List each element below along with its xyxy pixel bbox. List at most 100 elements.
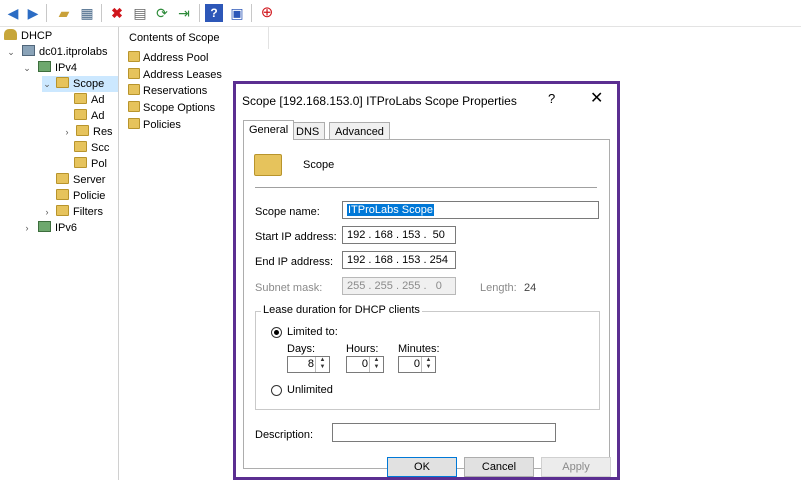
folder-icon xyxy=(128,118,140,129)
expand-icon[interactable]: › xyxy=(42,204,52,220)
hours-label: Hours: xyxy=(346,343,379,355)
ipv6-icon xyxy=(38,221,51,232)
refresh-icon[interactable]: ⟳ xyxy=(153,4,171,22)
spinner-arrows-icon[interactable]: ▲ ▼ xyxy=(421,357,435,372)
up-folder-icon[interactable]: ▰ xyxy=(55,4,73,22)
subnet-mask-field: 255 . 255 . 255 . 0 xyxy=(342,277,456,295)
length-label: Length: xyxy=(480,282,517,294)
back-icon[interactable]: ◀ xyxy=(4,4,22,22)
hours-spinner[interactable]: 0 ▲ ▼ xyxy=(346,356,384,373)
server-icon xyxy=(22,45,35,56)
tab-general[interactable]: General xyxy=(243,120,295,140)
tab-advanced[interactable]: Advanced xyxy=(329,122,390,140)
list-item-address-pool[interactable]: Address Pool xyxy=(128,50,208,66)
tree-node-dhcp[interactable]: DHCP xyxy=(4,28,52,44)
general-tab-panel: Scope Scope name: ITProLabs Scope Start … xyxy=(243,139,610,469)
toolbar-separator xyxy=(101,4,102,22)
tree-node-server-options[interactable]: Server xyxy=(52,172,105,188)
scope-folder-icon xyxy=(254,154,282,176)
lease-duration-title: Lease duration for DHCP clients xyxy=(261,304,422,316)
dhcp-icon xyxy=(4,29,17,40)
list-item-address-leases[interactable]: Address Leases xyxy=(128,67,222,83)
forward-icon[interactable]: ▶ xyxy=(24,4,42,22)
minutes-spinner[interactable]: 0 ▲ ▼ xyxy=(398,356,436,373)
folder-icon xyxy=(128,51,140,62)
scope-folder-icon xyxy=(56,77,69,88)
minutes-label: Minutes: xyxy=(398,343,440,355)
expand-icon[interactable]: › xyxy=(22,220,32,236)
list-item-reservations[interactable]: Reservations xyxy=(128,83,207,99)
tree-node-policies[interactable]: Policie xyxy=(52,188,105,204)
cancel-button[interactable]: Cancel xyxy=(464,457,534,477)
start-ip-label: Start IP address: xyxy=(255,231,337,243)
tree-node-server[interactable]: ⌄ dc01.itprolabs xyxy=(6,44,108,60)
show-hide-tree-icon[interactable]: ▦ xyxy=(78,4,96,22)
collapse-icon[interactable]: ⌄ xyxy=(22,60,32,76)
lease-duration-group: Lease duration for DHCP clients Limited … xyxy=(255,304,600,410)
description-label: Description: xyxy=(255,429,314,441)
console-tree: DHCP ⌄ dc01.itprolabs ⌄ IPv4 ⌄ Scope Ad Ad … xyxy=(0,27,119,480)
folder-icon xyxy=(74,93,87,104)
list-item-policies[interactable]: Policies xyxy=(128,117,181,133)
help-icon[interactable]: ? xyxy=(205,4,223,22)
unlimited-radio[interactable] xyxy=(271,385,282,396)
length-value: 24 xyxy=(524,282,537,294)
folder-icon xyxy=(74,109,87,120)
folder-icon xyxy=(128,101,140,112)
ipv4-icon xyxy=(38,61,51,72)
scope-properties-dialog: Scope [192.168.153.0] ITProLabs Scope Pr… xyxy=(233,81,620,480)
divider xyxy=(255,187,597,188)
deactivate-icon[interactable]: ⊕ xyxy=(258,4,276,22)
tree-node-filters[interactable]: › Filters xyxy=(42,204,103,220)
tree-node-reservations[interactable]: › Res xyxy=(62,124,113,140)
days-label: Days: xyxy=(287,343,316,355)
limited-label: Limited to: xyxy=(287,326,338,338)
dialog-title: Scope [192.168.153.0] ITProLabs Scope Pr… xyxy=(242,94,517,108)
export-list-icon[interactable]: ⇥ xyxy=(175,4,193,22)
folder-icon xyxy=(128,84,140,95)
collapse-icon[interactable]: ⌄ xyxy=(6,44,16,60)
folder-icon xyxy=(128,68,140,79)
spinner-arrows-icon[interactable]: ▲ ▼ xyxy=(315,357,329,372)
folder-icon xyxy=(76,125,89,136)
folder-icon xyxy=(56,189,69,200)
tree-node-scope-options[interactable]: Scc xyxy=(62,140,109,156)
help-button[interactable]: ? xyxy=(548,91,555,106)
tree-node-ipv6[interactable]: › IPv6 xyxy=(22,220,77,236)
properties-icon[interactable]: ▤ xyxy=(131,4,149,22)
apply-button[interactable]: Apply xyxy=(541,457,611,477)
toolbar-separator xyxy=(251,4,252,22)
scope-name-field[interactable]: ITProLabs Scope xyxy=(342,201,599,219)
limited-radio[interactable] xyxy=(271,327,282,338)
toolbar-separator xyxy=(46,4,47,22)
tree-node-scope[interactable]: ⌄ Scope xyxy=(42,76,118,92)
subnet-mask-label: Subnet mask: xyxy=(255,282,323,294)
list-item-scope-options[interactable]: Scope Options xyxy=(128,100,215,116)
toolbar-separator xyxy=(199,4,200,22)
tree-node-ipv4[interactable]: ⌄ IPv4 xyxy=(22,60,77,76)
toolbar: ◀ ▶ ▰ ▦ ✖ ▤ ⟳ ⇥ ? ▣ ⊕ xyxy=(0,0,801,27)
tree-node-policies-scope[interactable]: Pol xyxy=(62,156,107,172)
view-icon[interactable]: ▣ xyxy=(228,4,246,22)
scope-name-label: Scope name: xyxy=(255,206,320,218)
end-ip-label: End IP address: xyxy=(255,256,334,268)
folder-icon xyxy=(74,157,87,168)
ok-button[interactable]: OK xyxy=(387,457,457,477)
unlimited-label: Unlimited xyxy=(287,384,333,396)
expand-icon[interactable]: › xyxy=(62,124,72,140)
start-ip-field[interactable]: 192 . 168 . 153 . 50 xyxy=(342,226,456,244)
scope-heading: Scope xyxy=(303,159,335,171)
close-button[interactable]: ✕ xyxy=(590,88,603,108)
end-ip-field[interactable]: 192 . 168 . 153 . 254 xyxy=(342,251,456,269)
tree-node-address-pool[interactable]: Ad xyxy=(62,92,104,108)
delete-icon[interactable]: ✖ xyxy=(108,4,126,22)
days-spinner[interactable]: 8 ▲ ▼ xyxy=(287,356,330,373)
tab-dns[interactable]: DNS xyxy=(290,122,326,140)
folder-icon xyxy=(74,141,87,152)
column-header[interactable]: Contents of Scope xyxy=(119,27,269,49)
collapse-icon[interactable]: ⌄ xyxy=(42,76,52,92)
filters-icon xyxy=(56,205,69,216)
spinner-arrows-icon[interactable]: ▲ ▼ xyxy=(369,357,383,372)
description-field[interactable] xyxy=(332,423,556,442)
tree-node-address-leases[interactable]: Ad xyxy=(62,108,104,124)
